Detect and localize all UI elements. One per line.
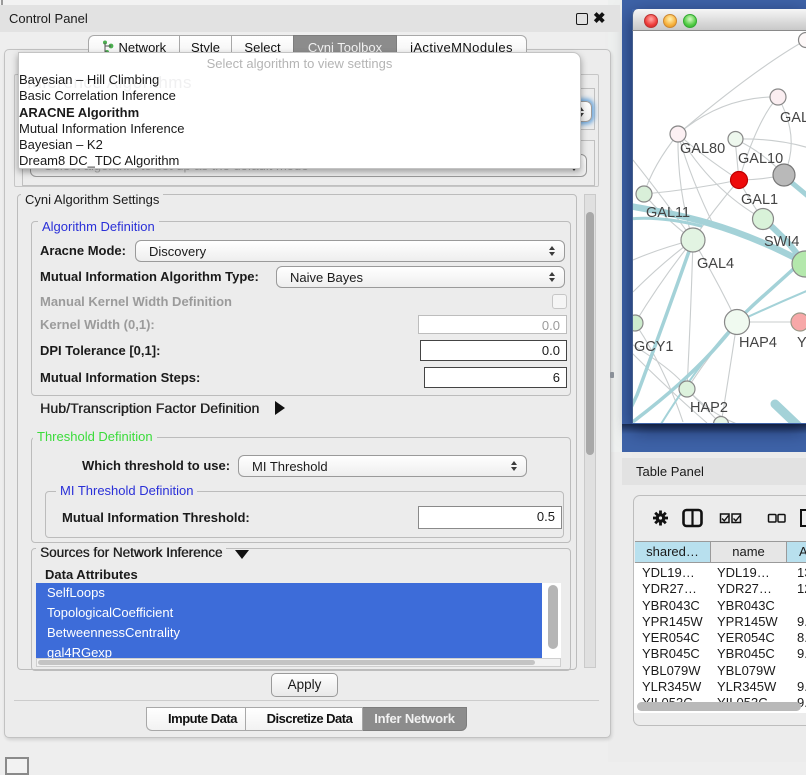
svg-text:HAP2: HAP2 xyxy=(690,400,728,416)
svg-text:Y: Y xyxy=(797,335,806,351)
svg-text:GAL10: GAL10 xyxy=(738,151,783,167)
svg-text:GCY1: GCY1 xyxy=(634,339,674,355)
svg-text:GAL80: GAL80 xyxy=(680,141,725,157)
svg-text:GAL4: GAL4 xyxy=(697,256,734,272)
svg-text:SWI4: SWI4 xyxy=(764,234,799,250)
svg-text:HAP4: HAP4 xyxy=(739,335,777,351)
svg-text:GAL1: GAL1 xyxy=(741,192,778,208)
svg-text:GAL11: GAL11 xyxy=(646,205,690,221)
svg-text:GAL1: GAL1 xyxy=(780,110,806,126)
